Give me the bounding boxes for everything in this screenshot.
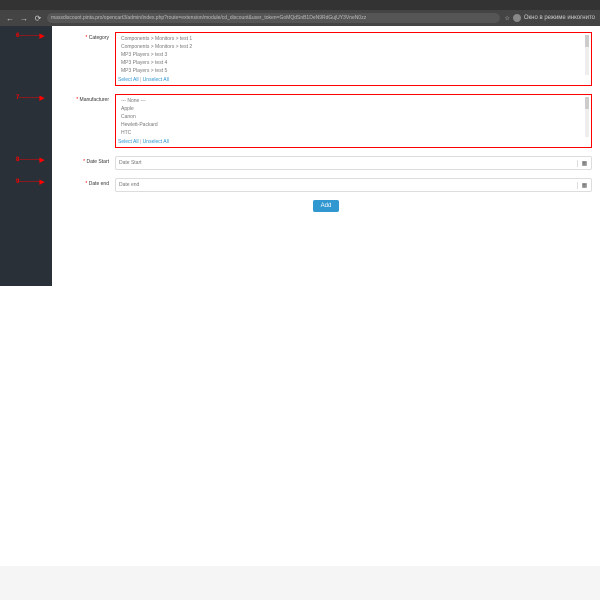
select-all-link[interactable]: Select All	[118, 77, 139, 83]
list-item[interactable]: Components > Monitors > test 1	[118, 35, 589, 43]
star-icon[interactable]: ☆	[504, 15, 509, 22]
scrollbar[interactable]	[585, 97, 589, 137]
select-all-link[interactable]: Select All	[118, 139, 139, 145]
incognito-icon[interactable]	[513, 14, 521, 22]
reload-icon[interactable]: ⟳	[33, 14, 43, 23]
date-start-label: * Date Start	[60, 156, 115, 165]
date-end-input[interactable]: ▦	[115, 178, 592, 192]
url-field[interactable]: massdiscount.pinta.pro/opencart3/admin/i…	[47, 13, 500, 23]
list-item[interactable]: MP3 Players > test 4	[118, 59, 589, 67]
scrollbar[interactable]	[585, 35, 589, 75]
date-end-label: * Date end	[60, 178, 115, 187]
add-button[interactable]: Add	[313, 200, 340, 212]
date-start-input[interactable]: ▦	[115, 156, 592, 170]
form-panel: 6————▶ * Category Components > Monitors …	[52, 26, 600, 286]
manufacturer-label: * Manufacturer	[60, 94, 115, 103]
list-item[interactable]: MP3 Players > test 5	[118, 67, 589, 75]
list-item[interactable]: MP3 Players > test 3	[118, 51, 589, 59]
profile-label: Окно в режиме инкогнито	[524, 15, 595, 21]
address-bar: ← → ⟳ massdiscount.pinta.pro/opencart3/a…	[0, 10, 600, 26]
back-icon[interactable]: ←	[5, 14, 15, 23]
calendar-icon[interactable]: ▦	[577, 182, 591, 189]
list-item[interactable]: --- None ---	[118, 97, 589, 105]
list-item[interactable]: Components > Monitors > test 2	[118, 43, 589, 51]
list-item[interactable]: Canon	[118, 113, 589, 121]
calendar-icon[interactable]: ▦	[577, 160, 591, 167]
unselect-all-link[interactable]: Unselect All	[143, 77, 169, 83]
manufacturer-listbox[interactable]: --- None --- Apple Canon Hewlett-Packard…	[115, 94, 592, 148]
list-item[interactable]: Hewlett-Packard	[118, 121, 589, 129]
list-item[interactable]: HTC	[118, 129, 589, 137]
unselect-all-link[interactable]: Unselect All	[143, 139, 169, 145]
list-item[interactable]: Apple	[118, 105, 589, 113]
category-listbox[interactable]: Components > Monitors > test 1 Component…	[115, 32, 592, 86]
forward-icon[interactable]: →	[19, 14, 29, 23]
category-label: * Category	[60, 32, 115, 41]
